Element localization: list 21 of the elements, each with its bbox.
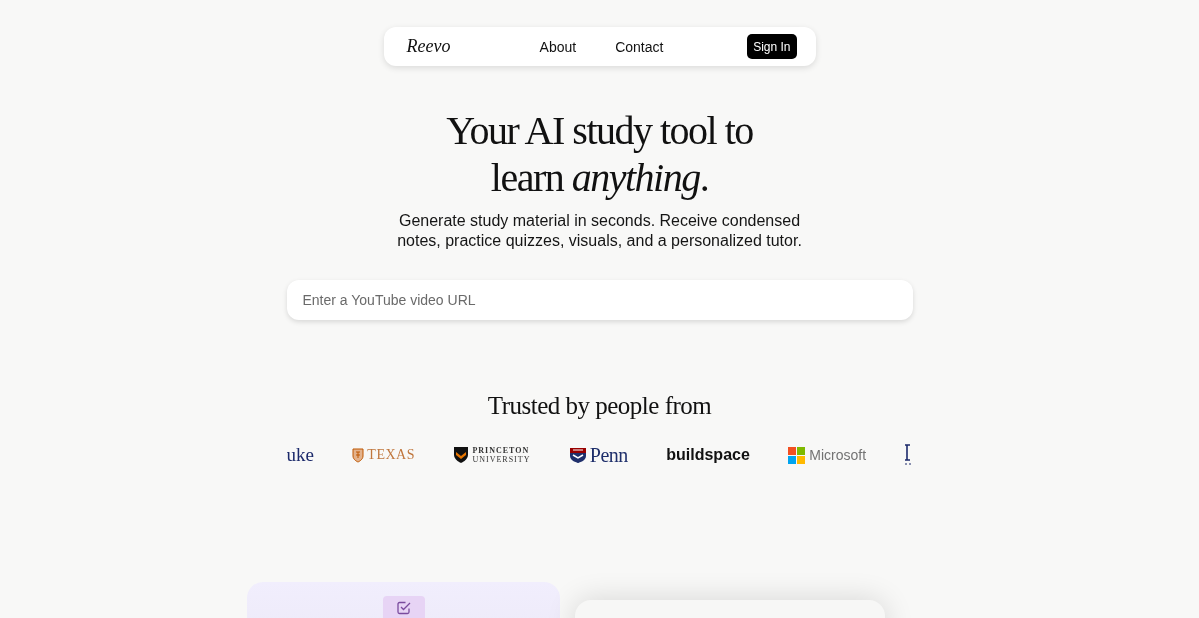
logo-wordmark: buildspace bbox=[666, 446, 750, 464]
checkbox-icon bbox=[382, 596, 425, 618]
sign-in-button[interactable]: Sign In bbox=[747, 34, 797, 59]
shield-icon bbox=[568, 446, 587, 464]
logo-wordmark: uke bbox=[286, 444, 314, 466]
nav-link[interactable]: Contact bbox=[615, 38, 664, 55]
logo-wordmark: PRINCETON bbox=[472, 446, 531, 455]
four-squares-icon bbox=[788, 446, 806, 464]
logo-wordmark: UNIVERSITY bbox=[472, 455, 531, 464]
trusted-heading: Trusted by people from bbox=[487, 391, 712, 421]
shield-icon bbox=[453, 446, 470, 464]
logo-fragment-icon bbox=[904, 444, 913, 466]
hero-title: Your AI study tool to learn anything. bbox=[445, 107, 754, 201]
seal-icon bbox=[352, 447, 365, 463]
brand-logo[interactable]: Reevo bbox=[406, 36, 451, 57]
nav-link[interactable]: About bbox=[539, 38, 577, 55]
logo-wordmark: Penn bbox=[589, 443, 628, 467]
logo-wordmark: TEXAS bbox=[367, 447, 415, 463]
hero-subtitle: Generate study material in seconds. Receive condensed notes, practice quizzes, visuals, and a personalized tutor. bbox=[396, 211, 803, 250]
logo-wordmark: Microsoft bbox=[809, 447, 867, 463]
url-input[interactable]: Enter a YouTube video URL bbox=[286, 280, 913, 320]
